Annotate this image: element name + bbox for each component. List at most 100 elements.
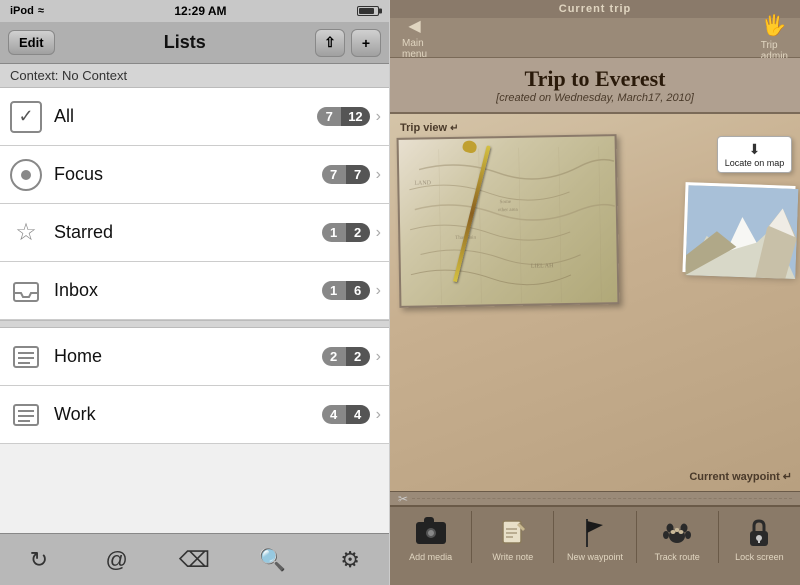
context-bar: Context: No Context	[0, 64, 389, 88]
svg-text:LAND: LAND	[414, 180, 431, 186]
at-button[interactable]: @	[95, 538, 139, 582]
tag-button[interactable]: ⌫	[172, 538, 216, 582]
list-item-all[interactable]: ✓ All 7 12 ›	[0, 88, 389, 146]
starred-badge-right: 2	[346, 223, 370, 242]
refresh-button[interactable]: ↻	[17, 538, 61, 582]
home-badge-right: 2	[346, 347, 370, 366]
search-button[interactable]: 🔍	[250, 538, 294, 582]
trip-top-strip: Current trip	[390, 0, 800, 18]
nav-title: Lists	[164, 32, 206, 53]
all-badge-right: 12	[341, 107, 369, 126]
hand-icon: 🖐	[762, 13, 787, 38]
at-icon: @	[106, 547, 128, 573]
wifi-icon: ≈	[38, 5, 44, 17]
list-item-work[interactable]: Work 4 4 ›	[0, 386, 389, 444]
list-separator	[0, 320, 389, 328]
current-trip-label: Current trip	[559, 3, 632, 15]
search-icon: 🔍	[259, 547, 286, 573]
list-container: ✓ All 7 12 › Focus 7 7 › ☆	[0, 88, 389, 533]
list-item-focus[interactable]: Focus 7 7 ›	[0, 146, 389, 204]
star-icon: ☆	[15, 218, 37, 247]
edit-button[interactable]: Edit	[8, 30, 55, 55]
inbox-badges: 1 6	[322, 281, 370, 300]
work-list-icon	[10, 399, 42, 431]
lock-icon	[743, 517, 775, 549]
flag-svg-icon	[581, 517, 609, 549]
locate-on-map-button[interactable]: ⬇ Locate on map	[717, 136, 792, 173]
add-button[interactable]: +	[351, 29, 381, 57]
home-badges: 2 2	[322, 347, 370, 366]
new-waypoint-label: New waypoint	[567, 552, 623, 563]
work-badges: 4 4	[322, 405, 370, 424]
flag-icon	[579, 517, 611, 549]
starred-badges: 1 2	[322, 223, 370, 242]
trip-subtitle: [created on Wednesday, March17, 2010]	[398, 92, 792, 104]
svg-text:LIEL AH: LIEL AH	[531, 263, 554, 269]
focus-badges: 7 7	[322, 165, 370, 184]
scissors-divider: ✂	[390, 491, 800, 505]
work-badge-left: 4	[322, 405, 346, 424]
track-route-label: Track route	[655, 552, 700, 563]
list-item-home[interactable]: Home 2 2 ›	[0, 328, 389, 386]
starred-chevron: ›	[376, 224, 381, 242]
bottom-toolbar: ↻ @ ⌫ 🔍 ⚙	[0, 533, 389, 585]
carrier-label: iPod	[10, 5, 34, 17]
waypoint-return-icon: ↵	[783, 470, 792, 483]
work-chevron: ›	[376, 406, 381, 424]
all-label: All	[54, 106, 317, 127]
starred-label: Starred	[54, 222, 322, 243]
status-left: iPod ≈	[10, 5, 44, 17]
locate-label: Locate on map	[725, 158, 785, 168]
work-icon	[8, 397, 44, 433]
left-panel: iPod ≈ 12:29 AM Edit Lists ⇧ + Context: …	[0, 0, 390, 585]
time-label: 12:29 AM	[174, 4, 226, 18]
inbox-badge-right: 6	[346, 281, 370, 300]
tag-icon: ⌫	[179, 547, 210, 573]
inbox-chevron: ›	[376, 282, 381, 300]
gear-icon: ⚙	[340, 547, 360, 573]
trip-nav: ◀ Main menu 🖐 Trip admin	[390, 18, 800, 58]
add-context-button[interactable]: ⇧	[315, 29, 345, 57]
refresh-icon: ↻	[30, 547, 48, 573]
trip-action-bar: Add media Write note	[390, 505, 800, 585]
add-context-icon: ⇧	[324, 34, 336, 51]
list-item-inbox[interactable]: Inbox 1 6 ›	[0, 262, 389, 320]
write-note-svg-icon	[499, 519, 527, 547]
write-note-label: Write note	[492, 552, 533, 563]
all-icon: ✓	[8, 99, 44, 135]
add-media-button[interactable]: Add media	[390, 511, 472, 563]
status-right	[357, 6, 379, 16]
home-chevron: ›	[376, 348, 381, 366]
waypoint-text: Current waypoint	[689, 471, 779, 483]
return-icon: ↵	[450, 123, 458, 134]
new-waypoint-button[interactable]: New waypoint	[554, 511, 636, 563]
all-badge-left: 7	[317, 107, 341, 126]
track-route-button[interactable]: Track route	[637, 511, 719, 563]
all-chevron: ›	[376, 108, 381, 126]
context-label: Context: No Context	[10, 68, 127, 83]
lock-screen-label: Lock screen	[735, 552, 784, 563]
all-badges: 7 12	[317, 107, 369, 126]
settings-button[interactable]: ⚙	[328, 538, 372, 582]
status-bar: iPod ≈ 12:29 AM	[0, 0, 389, 22]
scissors-icon: ✂	[398, 492, 408, 506]
main-menu-button[interactable]: ◀ Main menu	[402, 16, 427, 60]
checkbox-icon: ✓	[10, 101, 42, 133]
home-list-icon	[10, 341, 42, 373]
nav-bar: Edit Lists ⇧ +	[0, 22, 389, 64]
trip-content: Trip view ↵	[390, 114, 800, 491]
trip-admin-button[interactable]: 🖐 Trip admin	[761, 13, 788, 62]
write-note-button[interactable]: Write note	[472, 511, 554, 563]
svg-text:other area: other area	[498, 208, 519, 213]
paw-icon	[661, 517, 693, 549]
nav-right-buttons: ⇧ +	[315, 29, 381, 57]
right-panel: Current trip ◀ Main menu 🖐 Trip admin Tr…	[390, 0, 800, 585]
add-media-label: Add media	[409, 552, 452, 563]
inbox-badge-left: 1	[322, 281, 346, 300]
list-item-starred[interactable]: ☆ Starred 1 2 ›	[0, 204, 389, 262]
focus-icon	[8, 157, 44, 193]
dashed-line	[412, 498, 792, 499]
lock-screen-button[interactable]: Lock screen	[719, 511, 800, 563]
trip-title: Trip to Everest	[398, 66, 792, 92]
back-arrow-icon: ◀	[408, 16, 420, 36]
